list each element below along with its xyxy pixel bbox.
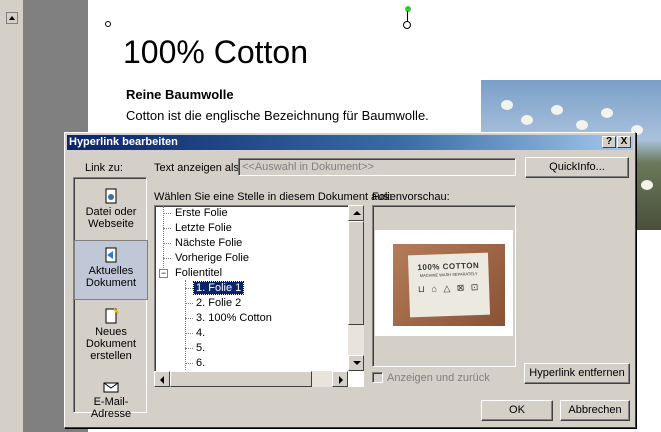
link-current-document[interactable]: Aktuelles Dokument xyxy=(74,240,148,300)
link-new-document[interactable]: Neues Dokument erstellen xyxy=(74,308,148,362)
tree-item[interactable]: Letzte Folie xyxy=(175,221,232,236)
tree-slide-item[interactable]: 1. Folie 1 xyxy=(192,281,245,296)
tree-slide-item[interactable]: 6. xyxy=(196,356,205,371)
scroll-thumb[interactable] xyxy=(348,221,364,325)
arrow-right-icon xyxy=(339,376,343,384)
link-new-document-label: Neues Dokument erstellen xyxy=(85,326,137,362)
display-text-label: Text anzeigen als: xyxy=(154,162,243,174)
link-email[interactable]: E-Mail-Adresse xyxy=(74,378,148,420)
tree-item[interactable]: Erste Folie xyxy=(175,206,228,221)
document-place-tree[interactable]: Erste Folie Letzte Folie Nächste Folie V… xyxy=(154,205,364,387)
scroll-right-button[interactable] xyxy=(332,371,348,387)
help-button[interactable]: ? xyxy=(602,136,616,148)
tree-slide-item[interactable]: 3. 100% Cotton xyxy=(196,311,272,326)
link-to-label: Link zu: xyxy=(85,162,123,174)
place-in-document-label: Wählen Sie eine Stelle in diesem Dokumen… xyxy=(154,191,392,203)
tree-item[interactable]: Nächste Folie xyxy=(175,236,242,251)
link-email-label: E-Mail-Adresse xyxy=(90,396,132,420)
rotate-handle[interactable] xyxy=(405,6,411,12)
web-file-icon xyxy=(105,188,117,204)
slide-body-text[interactable]: Cotton ist die englische Bezeichnung für… xyxy=(126,108,429,123)
care-symbols-icon: ⊔ ⌂ △ ⊠ ⊡ xyxy=(417,281,481,295)
document-icon xyxy=(105,247,117,263)
link-web-file-label: Datei oder Webseite xyxy=(85,206,137,230)
show-and-return-label: Anzeigen und zurück xyxy=(387,372,490,384)
tree-item[interactable]: Vorherige Folie xyxy=(175,251,249,266)
new-document-icon xyxy=(105,308,119,324)
arrow-up-icon xyxy=(353,211,361,215)
dialog-titlebar[interactable]: Hyperlink bearbeiten ? X xyxy=(67,135,633,150)
preview-label: Folienvorschau: xyxy=(372,191,450,203)
display-text-input[interactable]: <<Auswahl in Dokument>> xyxy=(238,158,516,176)
tree-slide-selected[interactable]: 1. Folie 1 xyxy=(192,281,245,295)
selection-handle[interactable] xyxy=(105,21,111,27)
remove-hyperlink-button[interactable]: Hyperlink entfernen xyxy=(524,363,630,384)
slide-title[interactable]: 100% Cotton xyxy=(123,34,308,71)
link-to-bar: Datei oder Webseite Aktuelles Dokument N… xyxy=(73,177,148,420)
care-label: 100% COTTON MACHINE WASH SEPARATELY ⊔ ⌂ … xyxy=(407,252,491,318)
show-and-return-checkbox[interactable] xyxy=(372,372,383,383)
tree-group-folientitel[interactable]: Folientitel xyxy=(175,266,222,281)
resize-handle[interactable] xyxy=(403,21,411,29)
quickinfo-button[interactable]: QuickInfo... xyxy=(525,157,629,178)
scroll-thumb[interactable] xyxy=(170,371,312,387)
tree-slide-item[interactable]: 5. xyxy=(196,341,205,356)
slide-preview-image: 100% COTTON MACHINE WASH SEPARATELY ⊔ ⌂ … xyxy=(375,230,513,336)
tree-horizontal-scrollbar[interactable] xyxy=(154,371,348,387)
care-label-photo: 100% COTTON MACHINE WASH SEPARATELY ⊔ ⌂ … xyxy=(393,244,505,326)
scroll-left-button[interactable] xyxy=(154,371,170,387)
scroll-up-button[interactable] xyxy=(348,205,364,221)
cancel-button[interactable]: Abbrechen xyxy=(560,400,630,421)
slide-subtitle[interactable]: Reine Baumwolle xyxy=(126,87,234,102)
arrow-left-icon xyxy=(160,376,164,384)
tree-slide-item[interactable]: 4. xyxy=(196,326,205,341)
scroll-down-button[interactable] xyxy=(348,355,364,371)
edit-hyperlink-dialog: Hyperlink bearbeiten ? X Link zu: Text a… xyxy=(64,132,636,428)
dialog-title: Hyperlink bearbeiten xyxy=(69,136,178,148)
vertical-ruler-strip xyxy=(0,0,24,432)
ok-button[interactable]: OK xyxy=(481,400,553,421)
email-icon xyxy=(103,382,119,393)
close-button[interactable]: X xyxy=(617,136,631,148)
link-current-document-label: Aktuelles Dokument xyxy=(85,265,137,289)
arrow-down-icon xyxy=(353,361,361,365)
tree-slide-item[interactable]: 2. Folie 2 xyxy=(196,296,241,311)
collapse-icon[interactable]: − xyxy=(159,269,168,278)
tree-vertical-scrollbar[interactable] xyxy=(348,205,364,371)
scroll-up-button[interactable] xyxy=(6,12,18,24)
link-web-file[interactable]: Datei oder Webseite xyxy=(74,188,148,230)
slide-preview-pane: 100% COTTON MACHINE WASH SEPARATELY ⊔ ⌂ … xyxy=(372,205,516,367)
